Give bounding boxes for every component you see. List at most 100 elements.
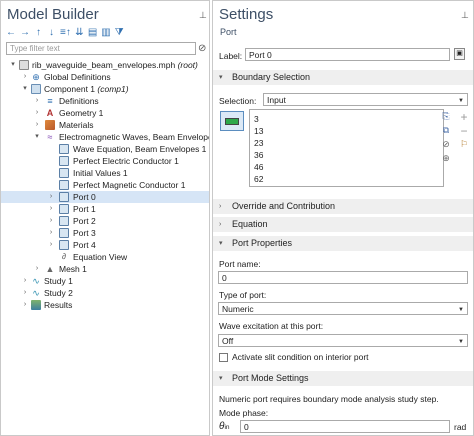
paste-selection-icon[interactable]: ⎘: [441, 111, 451, 122]
tree-item-component-1[interactable]: ▾ Component 1 (comp1): [1, 83, 209, 95]
materials-icon: [45, 120, 55, 130]
boundary-item[interactable]: 13: [254, 125, 263, 137]
tree-label: Port 1: [73, 204, 96, 214]
create-selection-icon[interactable]: ⚐: [459, 139, 469, 150]
section-port-properties[interactable]: ▾ Port Properties: [213, 236, 473, 251]
tree-item-pmc[interactable]: Perfect Magnetic Conductor 1: [1, 179, 209, 191]
tree-item-definitions[interactable]: › ≡ Definitions: [1, 95, 209, 107]
theta-symbol: θin: [219, 421, 230, 432]
mode-phase-field[interactable]: 0: [240, 420, 450, 433]
expand-toggle-icon[interactable]: ›: [47, 191, 55, 203]
section-title: Equation: [232, 219, 268, 229]
port-icon: [59, 216, 69, 226]
section-override[interactable]: › Override and Contribution: [213, 199, 473, 214]
study-icon: ∿: [32, 288, 40, 298]
copy-selection-icon[interactable]: ⧉: [441, 125, 451, 136]
remove-icon[interactable]: −: [459, 124, 469, 138]
model-builder-toolbar: ← → ↑ ↓ ≡↑ ⇊ ▤ ▥ ⧩: [6, 25, 124, 39]
pin-icon[interactable]: ⊥: [199, 10, 207, 21]
section-equation[interactable]: › Equation: [213, 217, 473, 232]
dropdown-arrow-icon: ▼: [458, 98, 464, 104]
expand-toggle-icon[interactable]: ›: [47, 227, 55, 239]
expand-toggle-icon[interactable]: ▾: [21, 83, 29, 95]
model-builder-title: Model Builder: [7, 6, 99, 23]
tree-item-ewbe[interactable]: ▾ ≈ Electromagnetic Waves, Beam Envelope…: [1, 131, 209, 143]
boundary-item[interactable]: 3: [254, 113, 259, 125]
show-more-icon[interactable]: ⇊: [75, 27, 84, 38]
filter-dropdown-icon[interactable]: ⧩: [115, 27, 124, 38]
wave-excitation-dropdown[interactable]: Off ▼: [218, 334, 468, 347]
port-type-dropdown[interactable]: Numeric ▼: [218, 302, 468, 315]
add-icon[interactable]: +: [459, 110, 469, 124]
boundary-list[interactable]: 3 13 23 36 46 62: [249, 109, 444, 187]
tree-item-port-1[interactable]: › Port 1: [1, 203, 209, 215]
expand-toggle-icon[interactable]: ›: [33, 107, 41, 119]
filter-input[interactable]: Type filter text: [6, 42, 196, 55]
tree-item-global-definitions[interactable]: › ⊕ Global Definitions: [1, 71, 209, 83]
expand-toggle-icon[interactable]: ▾: [33, 131, 41, 143]
boundary-item[interactable]: 36: [254, 149, 263, 161]
tree-item-port-2[interactable]: › Port 2: [1, 215, 209, 227]
tree-item-equation-view[interactable]: ∂ Equation View: [1, 251, 209, 263]
collapse-icon[interactable]: ▤: [88, 27, 97, 38]
tree-item-materials[interactable]: › Materials: [1, 119, 209, 131]
expand-toggle-icon[interactable]: ›: [33, 119, 41, 131]
expand-toggle-icon[interactable]: ›: [47, 203, 55, 215]
expand-toggle-icon[interactable]: ›: [47, 215, 55, 227]
section-title: Boundary Selection: [232, 72, 311, 82]
tree-label: Study 2: [44, 288, 73, 298]
label-reset-icon[interactable]: ▣: [454, 48, 465, 60]
tree-item-wave-equation[interactable]: Wave Equation, Beam Envelopes 1: [1, 143, 209, 155]
expand-toggle-icon[interactable]: ›: [33, 263, 41, 275]
tree-item-geometry-1[interactable]: › A Geometry 1: [1, 107, 209, 119]
tree-item-study-1[interactable]: › ∿ Study 1: [1, 275, 209, 287]
tree-item-port-0[interactable]: › Port 0: [1, 191, 209, 203]
expand-toggle-icon[interactable]: ›: [21, 71, 29, 83]
tree-item-results[interactable]: › Results: [1, 299, 209, 311]
tree-item-pec[interactable]: Perfect Electric Conductor 1: [1, 155, 209, 167]
label-caption: Label:: [219, 51, 243, 61]
tree-item-port-3[interactable]: › Port 3: [1, 227, 209, 239]
study-icon: ∿: [32, 276, 40, 286]
expand-icon[interactable]: ▥: [101, 27, 110, 38]
clear-selection-icon[interactable]: ⊘: [441, 139, 451, 150]
geometry-icon: A: [46, 108, 54, 118]
clear-filter-icon[interactable]: ⊘: [198, 43, 206, 54]
file-icon: [19, 60, 29, 70]
section-port-mode[interactable]: ▾ Port Mode Settings: [213, 371, 473, 386]
expand-toggle-icon[interactable]: ▾: [9, 59, 17, 71]
boundary-item[interactable]: 62: [254, 173, 263, 185]
boundary-item[interactable]: 23: [254, 137, 263, 149]
tree-item-port-4[interactable]: › Port 4: [1, 239, 209, 251]
active-selection-toggle[interactable]: [220, 111, 244, 131]
tree-item-initial-values[interactable]: Initial Values 1: [1, 167, 209, 179]
expand-toggle-icon[interactable]: ›: [21, 299, 29, 311]
slit-condition-checkbox[interactable]: [219, 353, 228, 362]
expand-toggle-icon[interactable]: ›: [21, 287, 29, 299]
tree-item-study-2[interactable]: › ∿ Study 2: [1, 287, 209, 299]
boundary-item[interactable]: 46: [254, 161, 263, 173]
expand-toggle-icon[interactable]: ›: [33, 95, 41, 107]
back-arrow-icon[interactable]: ←: [6, 27, 16, 38]
sort-icon[interactable]: ≡↑: [60, 27, 71, 38]
pin-icon[interactable]: ⊥: [461, 10, 469, 21]
port-mode-note: Numeric port requires boundary mode anal…: [219, 394, 439, 404]
down-arrow-icon[interactable]: ↓: [47, 27, 56, 38]
expand-toggle-icon[interactable]: ›: [21, 275, 29, 287]
tree-item-mesh-1[interactable]: › ▲ Mesh 1: [1, 263, 209, 275]
expand-toggle-icon[interactable]: ›: [47, 239, 55, 251]
label-field[interactable]: Port 0: [245, 48, 450, 61]
expand-toggle-icon: ›: [219, 203, 222, 210]
forward-arrow-icon[interactable]: →: [20, 27, 30, 38]
up-arrow-icon[interactable]: ↑: [34, 27, 43, 38]
port-name-field[interactable]: 0: [218, 271, 468, 284]
tree-label: Definitions: [59, 96, 99, 106]
zoom-to-selection-icon[interactable]: ⊕: [441, 153, 451, 164]
selection-dropdown[interactable]: Input ▼: [263, 93, 468, 106]
tree-label: Electromagnetic Waves, Beam Envelopes: [59, 132, 210, 142]
settings-panel: Settings Port ⊥ Label: Port 0 ▣ ▾ Bounda…: [212, 0, 474, 436]
dropdown-arrow-icon: ▼: [458, 339, 464, 345]
section-boundary-selection[interactable]: ▾ Boundary Selection: [213, 70, 473, 85]
boundary-node-icon: [59, 180, 69, 190]
tree-item-root[interactable]: ▾ rib_waveguide_beam_envelopes.mph (root…: [1, 59, 209, 71]
